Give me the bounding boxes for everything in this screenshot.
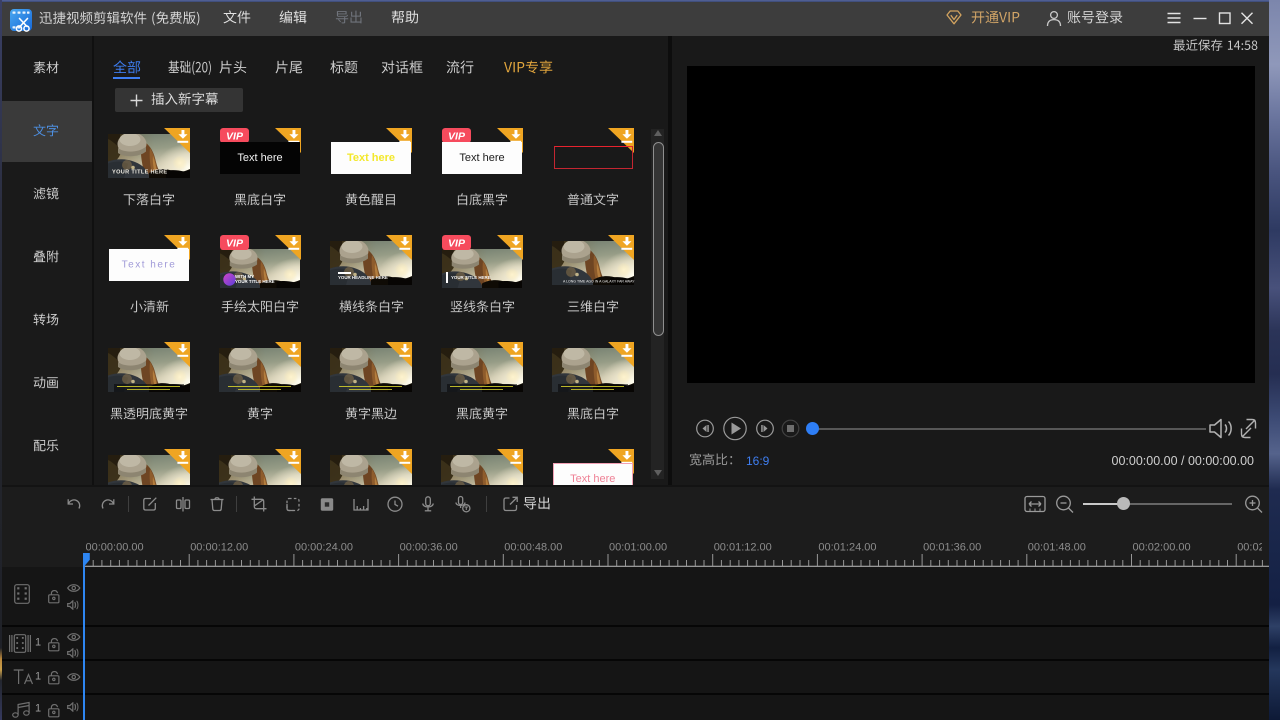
svg-text:VIP: VIP bbox=[448, 130, 466, 142]
svg-text:VIP: VIP bbox=[226, 130, 244, 142]
svg-text:VIP: VIP bbox=[226, 237, 244, 249]
svg-text:VIP: VIP bbox=[448, 237, 466, 249]
